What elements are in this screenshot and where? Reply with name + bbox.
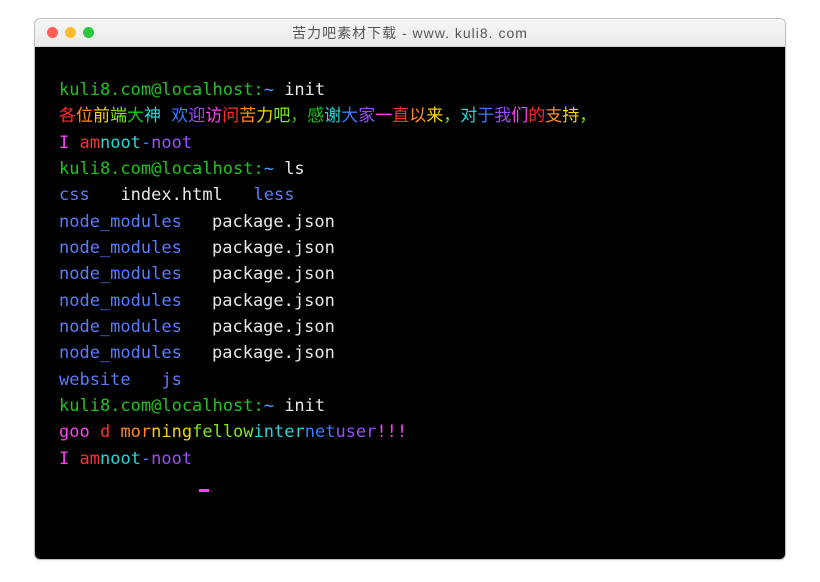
ls-item: node_modules bbox=[59, 288, 194, 314]
ls-item: index.html bbox=[120, 185, 222, 205]
ls-item: package.json bbox=[212, 288, 335, 314]
ls-item: package.json bbox=[212, 261, 335, 287]
ls-item: package.json bbox=[212, 209, 335, 235]
prompt-user: kuli8.com@localhost: bbox=[59, 80, 264, 100]
output-line: goo d morningfellowinternetuser!!! bbox=[59, 419, 761, 445]
prompt-line: kuli8.com@localhost:~ ls bbox=[59, 156, 761, 182]
ls-row: node_modules package.json bbox=[59, 235, 761, 261]
command-text: ls bbox=[284, 159, 304, 179]
terminal-body[interactable]: kuli8.com@localhost:~ init各位前端大神 欢迎访问苦力吧… bbox=[35, 47, 785, 559]
close-icon[interactable] bbox=[47, 27, 58, 38]
ls-item: node_modules bbox=[59, 209, 194, 235]
cursor-line bbox=[59, 472, 761, 498]
prompt-path: ~ bbox=[264, 80, 284, 100]
minimize-icon[interactable] bbox=[65, 27, 76, 38]
ls-item: node_modules bbox=[59, 340, 194, 366]
maximize-icon[interactable] bbox=[83, 27, 94, 38]
ls-row: node_modules package.json bbox=[59, 340, 761, 366]
ls-item: package.json bbox=[212, 340, 335, 366]
ls-item: css bbox=[59, 185, 90, 205]
ls-rows: node_modulespackage.jsonnode_modulespack… bbox=[59, 209, 761, 367]
prompt-line: kuli8.com@localhost:~ init bbox=[59, 77, 761, 103]
traffic-lights bbox=[35, 27, 94, 38]
window-title: 苦力吧素材下载 - www. kuli8. com bbox=[35, 23, 785, 43]
ls-item: node_modules bbox=[59, 235, 194, 261]
ls-item: website bbox=[59, 370, 131, 390]
prompt-path: ~ bbox=[264, 159, 284, 179]
prompt-line: kuli8.com@localhost:~ init bbox=[59, 393, 761, 419]
ls-item: js bbox=[161, 370, 181, 390]
ls-output: website js bbox=[59, 367, 761, 393]
ls-item: package.json bbox=[212, 235, 335, 261]
titlebar: 苦力吧素材下载 - www. kuli8. com bbox=[35, 19, 785, 47]
ls-row: node_modules package.json bbox=[59, 288, 761, 314]
ls-item: package.json bbox=[212, 314, 335, 340]
ls-item: less bbox=[254, 185, 295, 205]
ls-output: css index.html less bbox=[59, 182, 761, 208]
command-text: init bbox=[284, 396, 325, 416]
output-line: 各位前端大神 欢迎访问苦力吧，感谢大家一直以来，对于我们的支持， bbox=[59, 103, 761, 129]
ls-row: node_modules package.json bbox=[59, 209, 761, 235]
ls-item: node_modules bbox=[59, 314, 194, 340]
prompt-user: kuli8.com@localhost: bbox=[59, 159, 264, 179]
ls-row: node_modules package.json bbox=[59, 314, 761, 340]
output-line: I amnoot-noot bbox=[59, 130, 761, 156]
command-text: init bbox=[284, 80, 325, 100]
ls-row: node_modules package.json bbox=[59, 261, 761, 287]
terminal-window: 苦力吧素材下载 - www. kuli8. com kuli8.com@loca… bbox=[34, 18, 786, 560]
prompt-user: kuli8.com@localhost: bbox=[59, 396, 264, 416]
ls-item: node_modules bbox=[59, 261, 194, 287]
output-line: I amnoot-noot bbox=[59, 446, 761, 472]
prompt-path: ~ bbox=[264, 396, 284, 416]
cursor bbox=[199, 489, 209, 492]
